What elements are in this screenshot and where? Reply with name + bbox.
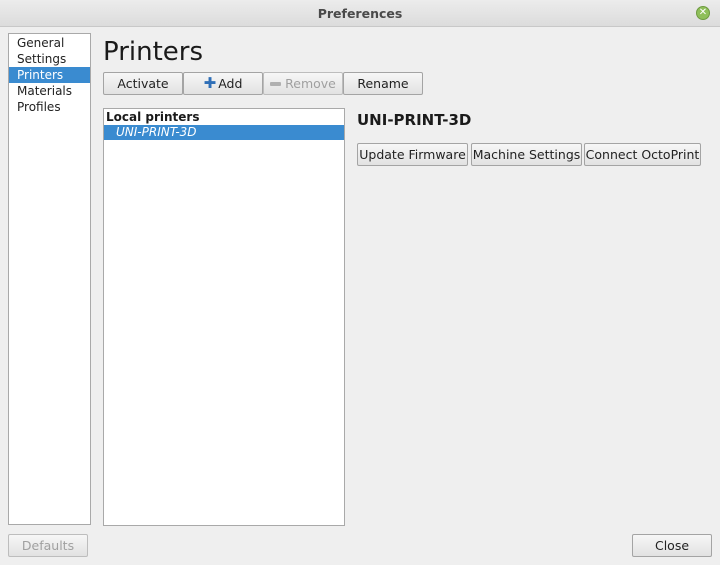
printer-list: Local printers UNI-PRINT-3D: [103, 108, 345, 526]
add-button[interactable]: ✚ Add: [183, 72, 263, 95]
window-title: Preferences: [317, 6, 403, 21]
close-button[interactable]: Close: [632, 534, 712, 557]
preferences-sidebar: General Settings Printers Materials Prof…: [8, 33, 91, 525]
add-button-label: Add: [218, 76, 243, 91]
minus-icon: [270, 81, 282, 86]
sidebar-item-printers[interactable]: Printers: [9, 67, 90, 83]
page-title: Printers: [103, 37, 204, 67]
sidebar-item-settings[interactable]: Settings: [9, 51, 90, 67]
printer-list-item[interactable]: UNI-PRINT-3D: [104, 125, 344, 140]
selected-printer-name: UNI-PRINT-3D: [357, 111, 472, 129]
remove-button[interactable]: Remove: [263, 72, 343, 95]
plus-icon: ✚: [203, 74, 217, 92]
connect-octoprint-button[interactable]: Connect OctoPrint: [584, 143, 701, 166]
remove-button-label: Remove: [285, 76, 336, 91]
machine-settings-button[interactable]: Machine Settings: [471, 143, 582, 166]
close-window-icon[interactable]: ✕: [696, 6, 710, 20]
defaults-button[interactable]: Defaults: [8, 534, 88, 557]
sidebar-item-general[interactable]: General: [9, 35, 90, 51]
sidebar-item-materials[interactable]: Materials: [9, 83, 90, 99]
printer-list-header: Local printers: [106, 110, 200, 124]
title-bar: Preferences ✕: [0, 0, 720, 27]
activate-button[interactable]: Activate: [103, 72, 183, 95]
rename-button[interactable]: Rename: [343, 72, 423, 95]
update-firmware-button[interactable]: Update Firmware: [357, 143, 468, 166]
sidebar-item-profiles[interactable]: Profiles: [9, 99, 90, 115]
